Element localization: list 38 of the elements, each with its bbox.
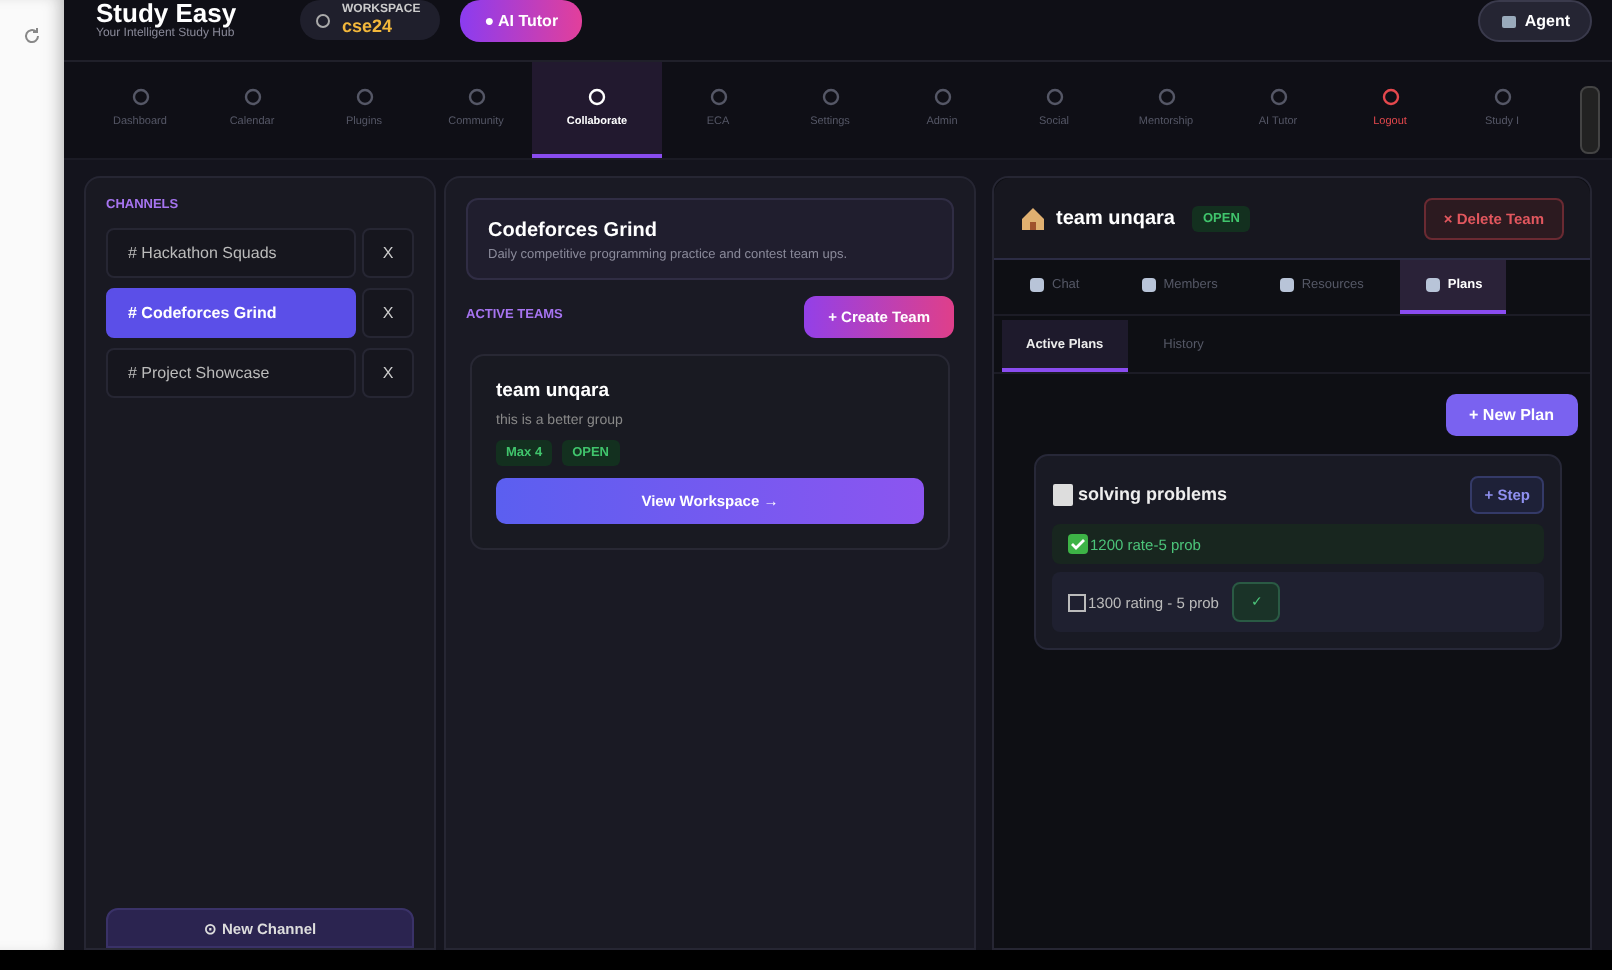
remove-channel-button[interactable]: X [362, 288, 414, 338]
circle-icon [1269, 88, 1287, 106]
circle-icon [821, 88, 839, 106]
circle-icon [1381, 88, 1399, 106]
checkbox[interactable] [1068, 593, 1086, 611]
agent-button[interactable]: Agent [1478, 0, 1592, 41]
circle-icon [588, 88, 606, 106]
circle-icon [355, 88, 373, 106]
tab-icon [1028, 276, 1046, 294]
remove-channel-button[interactable]: X [362, 348, 414, 398]
new-plan-button[interactable]: + New Plan [1445, 394, 1578, 436]
circle-icon [1045, 88, 1063, 106]
ai-tutor-button[interactable]: ● AI Tutor [460, 0, 583, 41]
plan-title: solving problems [1078, 484, 1228, 504]
channel-item[interactable]: # Codeforces Grind [106, 288, 356, 338]
tab-icon [1423, 276, 1442, 294]
circle-icon [467, 88, 485, 106]
reload-icon[interactable] [22, 26, 42, 46]
scrollbar[interactable] [1580, 86, 1600, 154]
circle-icon [131, 88, 149, 106]
circle-icon [243, 88, 261, 106]
circle-icon [933, 88, 951, 106]
house-icon [1020, 205, 1046, 231]
team-title: team unqara [1056, 207, 1175, 229]
circle-icon [1493, 88, 1511, 106]
app-title: Study Easy [96, 0, 239, 27]
circle-icon [1157, 88, 1175, 106]
robot-icon [1500, 11, 1519, 29]
check-icon [1068, 534, 1088, 554]
circle-icon [709, 88, 727, 106]
clipboard-icon [1052, 482, 1074, 506]
channel-item[interactable]: # Hackathon Squads [106, 228, 356, 278]
remove-channel-button[interactable]: X [362, 228, 414, 278]
tab-icon [1139, 276, 1158, 294]
channel-title: Codeforces Grind [488, 220, 659, 242]
tab-icon [1277, 276, 1296, 294]
channel-item[interactable]: # Project Showcase [106, 348, 356, 398]
team-name: team unqara [496, 380, 612, 402]
